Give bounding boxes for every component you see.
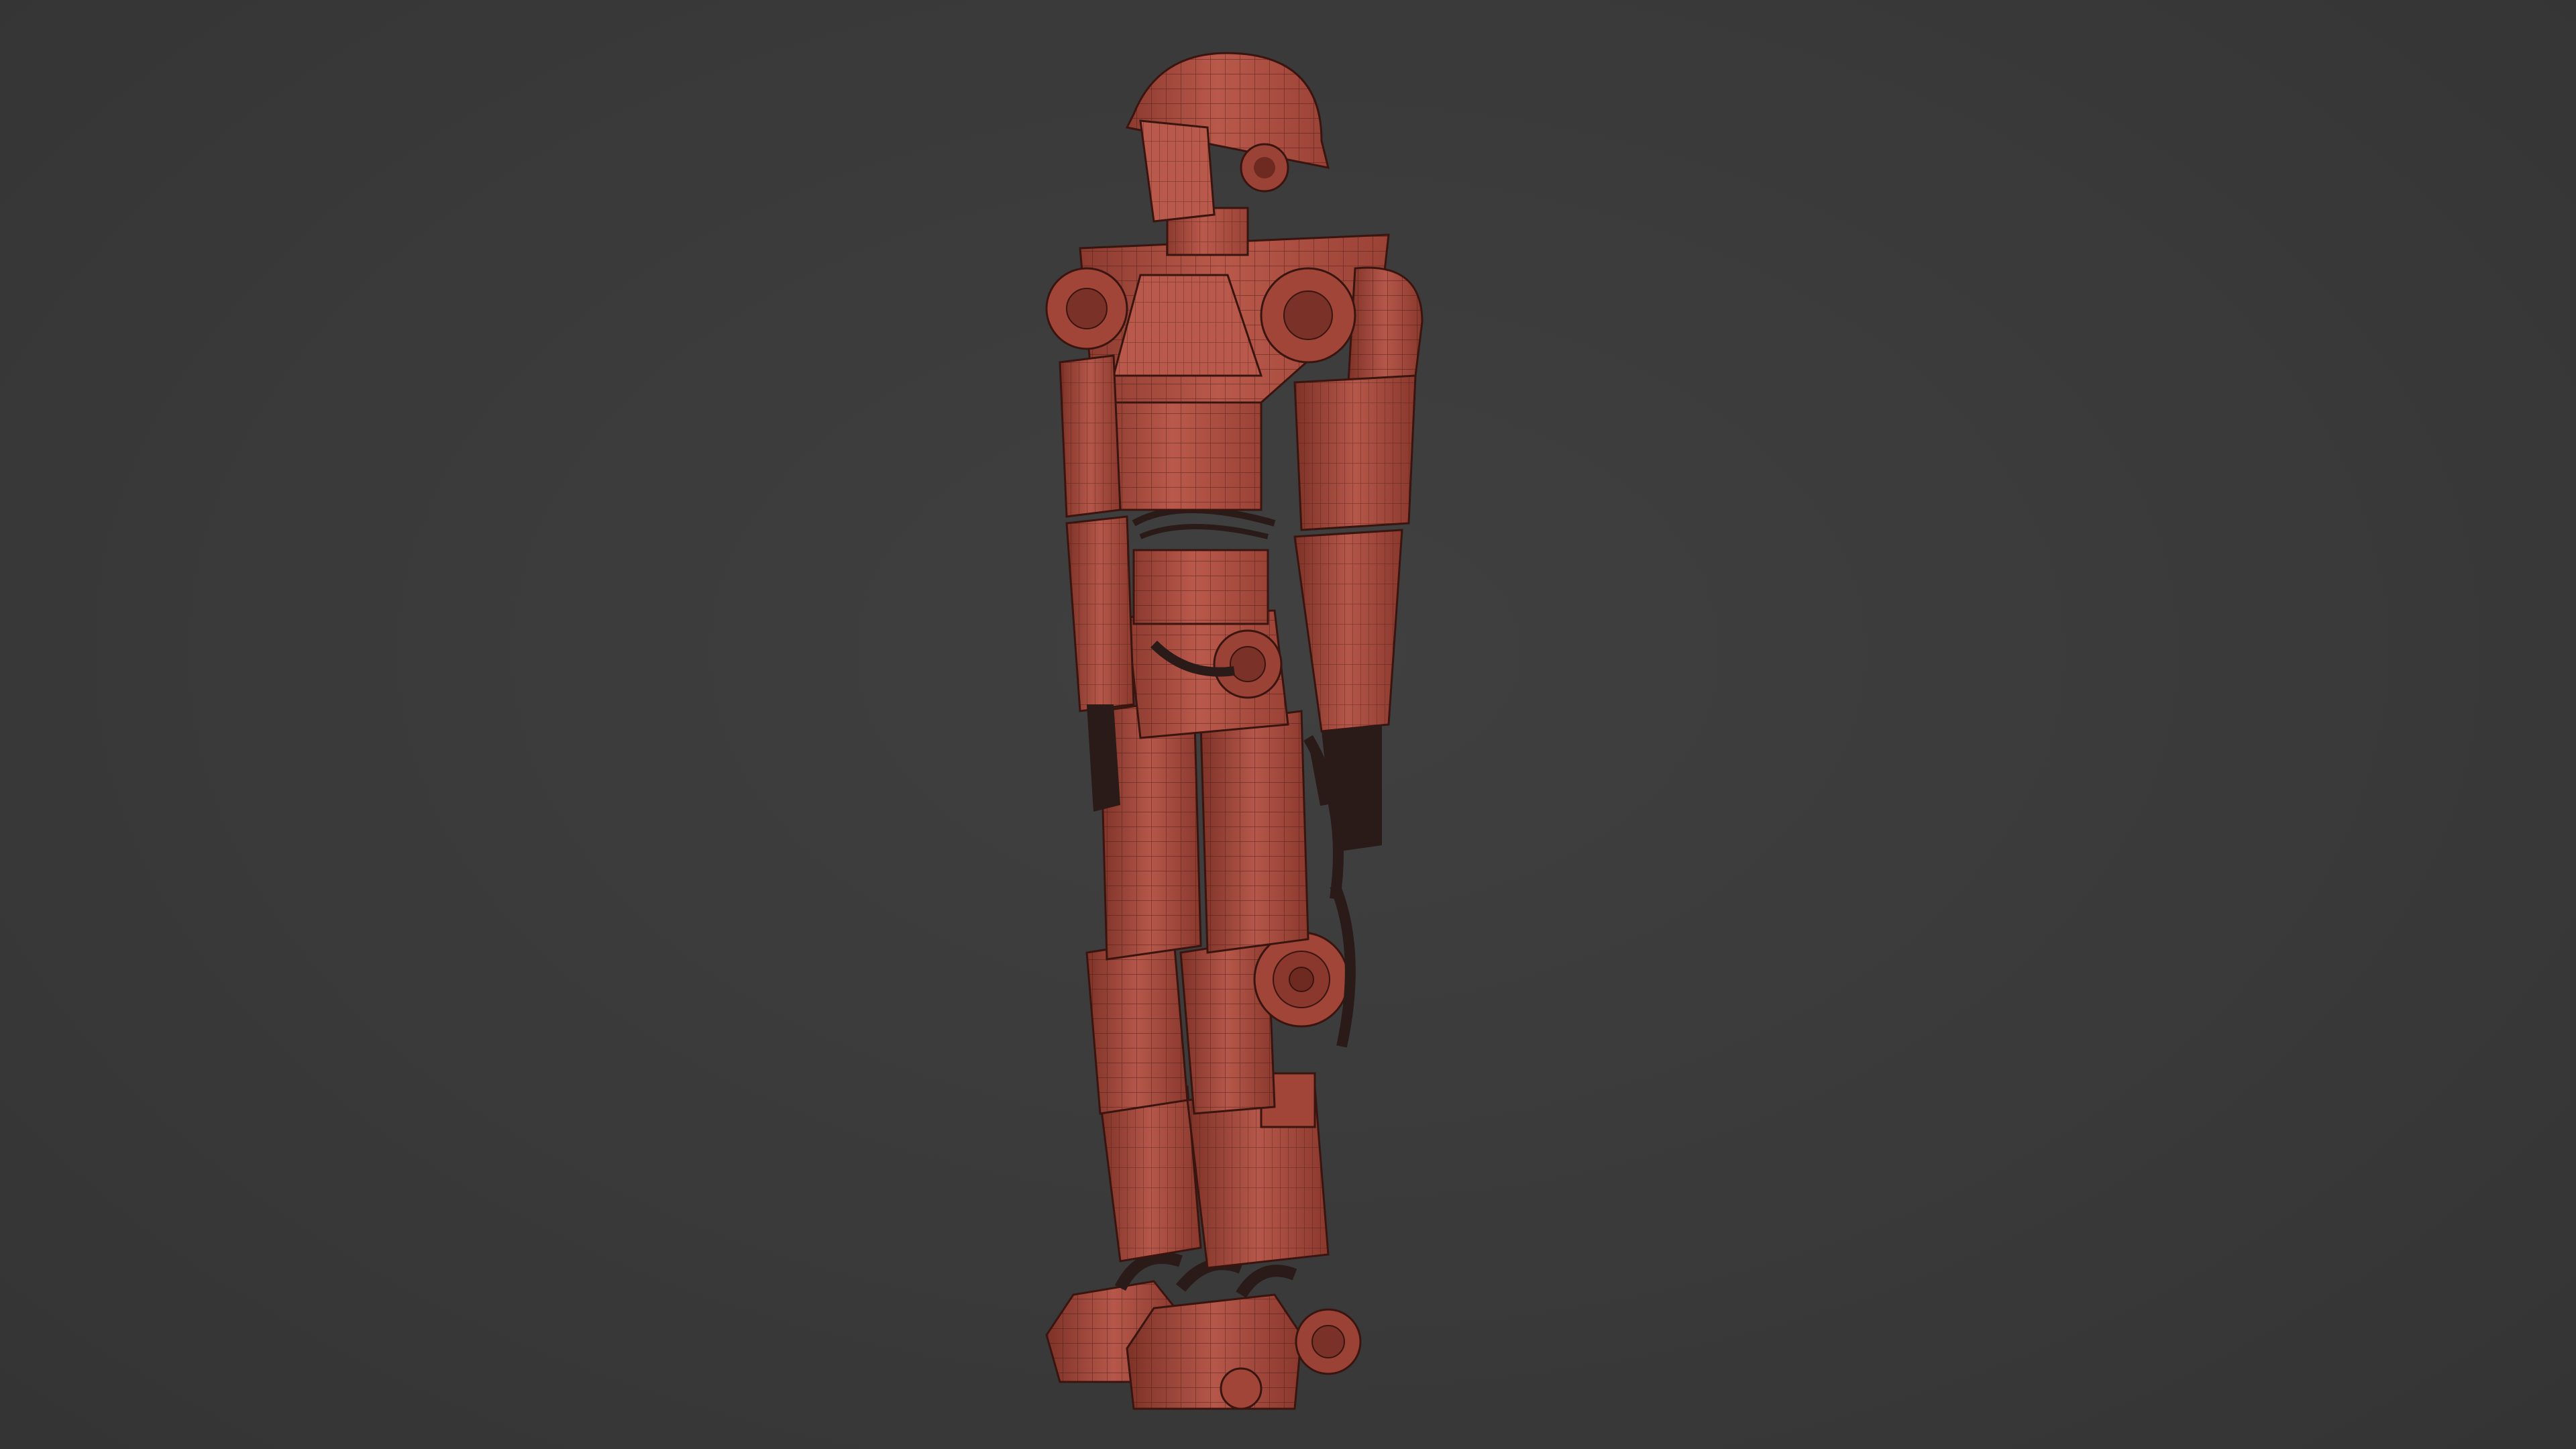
- robot-head: [1125, 52, 1330, 223]
- robot-pelvis: [1126, 609, 1289, 739]
- robot-feet: [1045, 1252, 1362, 1410]
- robot-abdomen: [1132, 506, 1276, 625]
- 3d-viewport[interactable]: [0, 0, 2576, 1449]
- robot-model[interactable]: [0, 0, 2576, 1449]
- robot-thighs: [1099, 696, 1344, 961]
